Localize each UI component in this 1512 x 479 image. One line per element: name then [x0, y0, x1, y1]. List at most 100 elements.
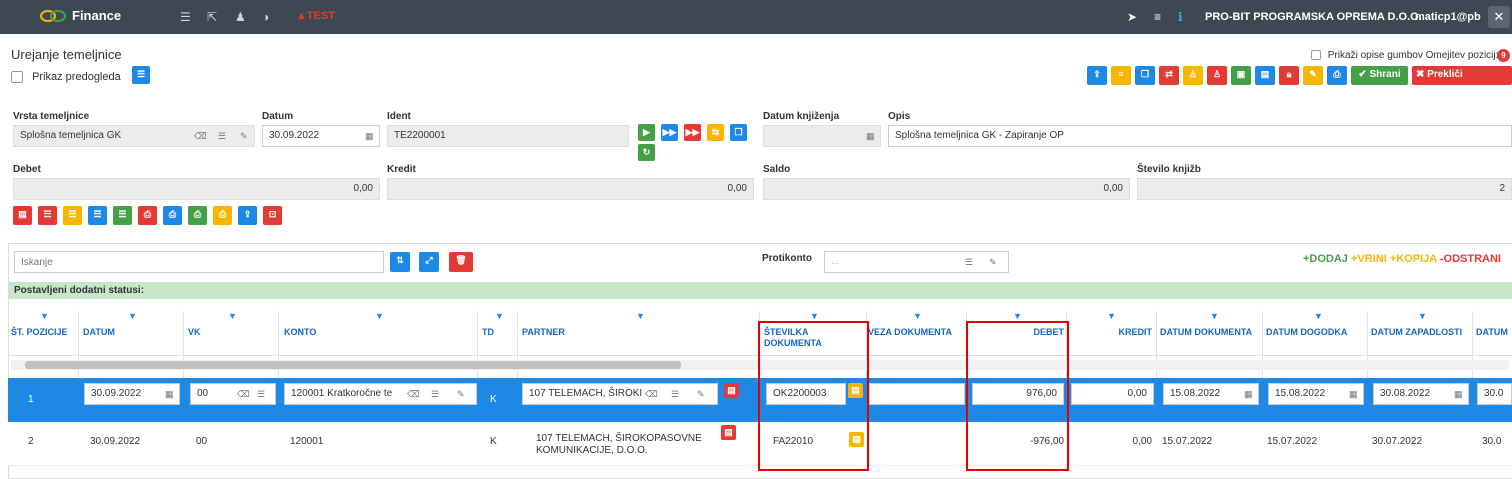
row-partner-input[interactable]: 107 TELEMACH, ŠIROKI ⌫ ☰ ✎ [522, 383, 718, 405]
datum-field[interactable]: 30.09.2022 ▦ [262, 125, 380, 147]
col-header-datdog[interactable]: DATUM DOGODKA [1266, 327, 1366, 338]
calendar-icon[interactable]: ▦ [1244, 384, 1253, 404]
row-datzap-input[interactable]: 30.08.2022 ▦ [1373, 383, 1469, 405]
desc-toggle[interactable]: Prikaži opise gumbov Omejitev pozicij: [1311, 50, 1498, 61]
upload-action-button[interactable]: ⇪ [238, 206, 257, 225]
filter-icon[interactable]: ▼ [636, 311, 645, 323]
filter-icon[interactable]: ▼ [1314, 311, 1323, 323]
print-blue-button[interactable]: ⎙ [163, 206, 182, 225]
vrsta-field[interactable]: Splošna temeljnica GK ⌫ ☰ ✎ [13, 125, 255, 147]
col-header-datum-extra[interactable]: DATUM [1476, 327, 1512, 338]
contrast-icon[interactable]: ◑ [262, 10, 269, 24]
calendar-icon[interactable]: ▦ [1349, 384, 1358, 404]
desc-checkbox[interactable] [1311, 50, 1321, 61]
menu-icon[interactable]: ☰ [180, 10, 191, 24]
ident-field[interactable]: TE2200001 [387, 125, 629, 147]
swap-button[interactable]: ⇄ [1159, 66, 1179, 85]
copy-action[interactable]: +KOPIJA [1390, 253, 1437, 265]
row-datdok-input[interactable]: 15.08.2022 ▦ [1163, 383, 1259, 405]
row-datum-input[interactable]: 30.09.2022 ▦ [84, 383, 180, 405]
print-red-button[interactable]: ⎙ [138, 206, 157, 225]
col-header-konto[interactable]: KONTO [284, 327, 316, 338]
action-5-button[interactable]: ☰ [113, 206, 132, 225]
col-header-partner[interactable]: PARTNER [522, 327, 565, 338]
user-icon[interactable]: ♟ [235, 10, 246, 24]
remove-person-button[interactable]: ♙ [1207, 66, 1227, 85]
row-datdog-input[interactable]: 15.08.2022 ▦ [1268, 383, 1364, 405]
calendar-icon[interactable]: ▦ [866, 126, 875, 146]
preview-toggle[interactable]: Prikaz predogleda [11, 71, 121, 84]
save-as-button[interactable]: ▤ [1255, 66, 1275, 85]
action-4-button[interactable]: ☰ [88, 206, 107, 225]
person-button[interactable]: ♙ [1183, 66, 1203, 85]
list-icon[interactable]: ☰ [671, 384, 679, 404]
eraser-icon[interactable]: ⌫ [643, 384, 660, 404]
filter-icon[interactable]: ▼ [128, 311, 137, 323]
copy-button[interactable]: ❐ [1135, 66, 1155, 85]
filter-icon[interactable]: ▼ [40, 311, 49, 323]
delete-button[interactable]: 🗑︎ [449, 252, 473, 272]
action-1-button[interactable]: ▤ [13, 206, 32, 225]
col-header-td[interactable]: TD [482, 327, 494, 338]
save-button[interactable]: ✔ Shrani [1351, 66, 1408, 85]
list-icon[interactable]: ☰ [218, 126, 226, 146]
row-veza-input[interactable] [869, 383, 965, 405]
close-icon[interactable]: ✕ [1488, 6, 1510, 28]
filter-icon[interactable]: ▼ [1210, 311, 1219, 323]
pencil-icon[interactable]: ✎ [240, 126, 248, 146]
upload-button[interactable]: ⇪ [1087, 66, 1107, 85]
calendar-icon[interactable]: ▦ [1454, 384, 1463, 404]
protikonto-field[interactable]: ... ☰ ✎ [824, 251, 1009, 273]
eraser-icon[interactable]: ⌫ [194, 126, 207, 146]
filter-icon[interactable]: ▼ [1107, 311, 1116, 323]
action-2-button[interactable]: ☰ [38, 206, 57, 225]
doc-copy-button[interactable]: ❐ [730, 124, 747, 141]
sort-button[interactable]: ⇅ [390, 252, 410, 272]
col-header-vk[interactable]: VK [188, 327, 201, 338]
cancel-button[interactable]: ✖ Prekliči [1412, 66, 1512, 85]
list-icon[interactable]: ☰ [431, 384, 439, 404]
user-name[interactable]: maticp1@pb [1415, 11, 1481, 23]
remove-action[interactable]: -ODSTRANI [1440, 253, 1501, 265]
calendar-icon[interactable]: ▦ [365, 126, 374, 146]
filter-icon[interactable]: ▼ [228, 311, 237, 323]
list-icon[interactable]: ☰ [257, 384, 265, 404]
send-icon[interactable]: ➤ [1127, 10, 1137, 24]
row-konto-input[interactable]: 120001 Kratkoročne te ⌫ ☰ ✎ [284, 383, 477, 405]
insert-action[interactable]: +VRINI [1351, 253, 1387, 265]
scrollbar-thumb[interactable] [25, 361, 681, 369]
list-icon[interactable]: ≡ [1154, 10, 1161, 24]
link-button[interactable]: ⇆ [707, 124, 724, 141]
list-icon[interactable]: ☰ [965, 252, 973, 272]
filter-icon[interactable]: ▼ [1418, 311, 1427, 323]
add-action[interactable]: +DODAJ [1303, 253, 1348, 265]
col-header-datdok[interactable]: DATUM DOKUMENTA [1160, 327, 1260, 338]
calendar-icon[interactable]: ▦ [165, 384, 174, 404]
col-header-veza[interactable]: VEZA DOKUMENTA [868, 327, 964, 338]
filter-icon[interactable]: ▼ [375, 311, 384, 323]
close-action-button[interactable]: ⊡ [263, 206, 282, 225]
print-green-button[interactable]: ⎙ [188, 206, 207, 225]
pencil-icon[interactable]: ✎ [697, 384, 705, 404]
eraser-icon[interactable]: ⌫ [237, 384, 250, 404]
col-header-datum[interactable]: DATUM [83, 327, 115, 338]
print-button[interactable]: ⎙ [1327, 66, 1347, 85]
expand-button[interactable]: ⤢ [419, 252, 439, 272]
row-dat-input[interactable]: 30.0 [1477, 383, 1512, 405]
datum-knjizenja-field[interactable]: ▦ [763, 125, 881, 147]
edit-icon[interactable]: ✎ [989, 252, 997, 272]
row-vk-input[interactable]: 00 ⌫ ☰ [190, 383, 276, 405]
external-link-icon[interactable]: ⇱ [207, 10, 217, 24]
pencil-icon[interactable]: ✎ [457, 384, 465, 404]
row-kredit-input[interactable]: 0,00 [1071, 383, 1154, 405]
opis-field[interactable]: Splošna temeljnica GK - Zapiranje OP [888, 125, 1512, 147]
fast-forward-button[interactable]: ▶▶ [684, 124, 701, 141]
lock-button[interactable]: 🔒︎ [1279, 66, 1299, 85]
col-header-pos[interactable]: ŠT. POZICIJE [11, 327, 75, 338]
list-button[interactable]: ≡ [1111, 66, 1131, 85]
next-button[interactable]: ▶ [638, 124, 655, 141]
partner-note-icon[interactable]: ▤ [721, 425, 736, 440]
brand[interactable]: Finance [40, 8, 121, 23]
col-header-kredit[interactable]: KREDIT [1100, 327, 1153, 338]
print-yellow-button[interactable]: ⎙ [213, 206, 232, 225]
